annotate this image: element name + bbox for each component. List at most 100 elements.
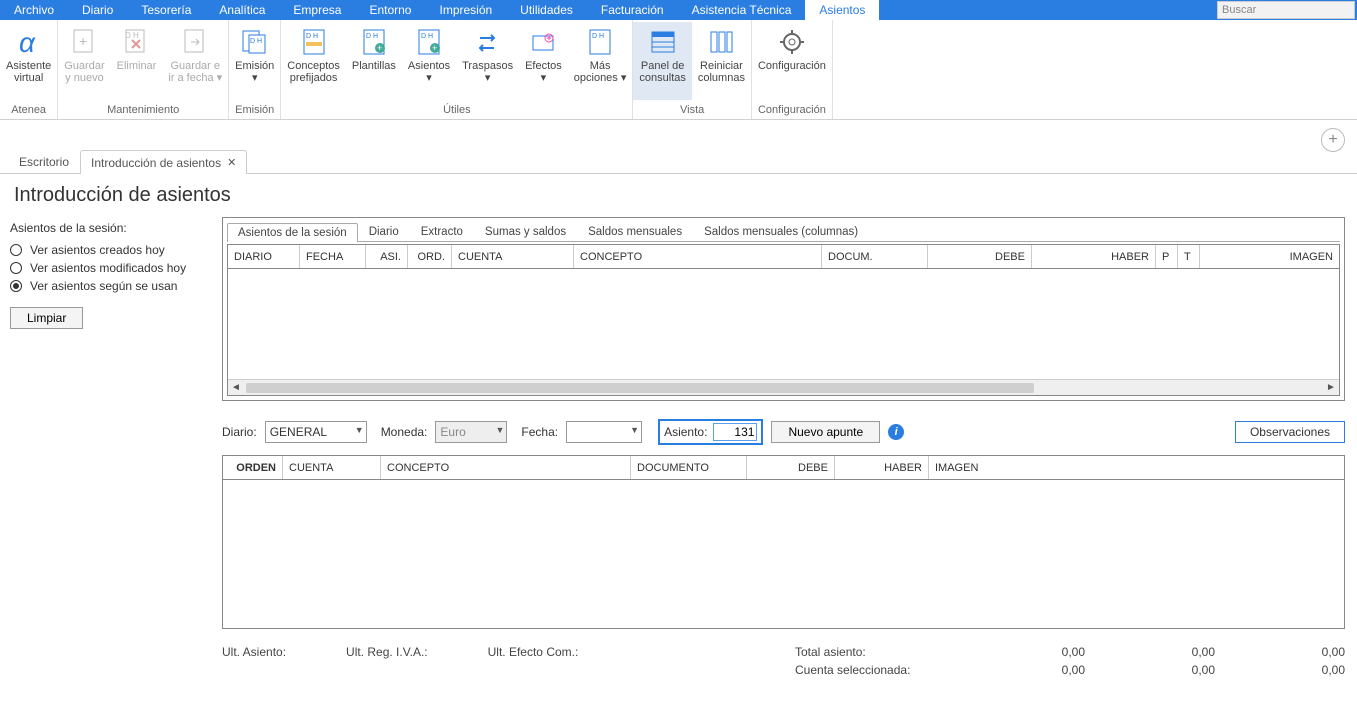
- eliminar-button[interactable]: D H Eliminar: [111, 22, 163, 100]
- plantillas-button[interactable]: D H+ Plantillas: [346, 22, 402, 100]
- traspasos-button[interactable]: Traspasos▾: [456, 22, 519, 100]
- ribbon: α Asistentevirtual Atenea + Guardary nue…: [0, 20, 1357, 120]
- cuenta-v3: 0,00: [1225, 663, 1345, 677]
- col-cuenta[interactable]: CUENTA: [452, 245, 574, 268]
- limpiar-button[interactable]: Limpiar: [10, 307, 83, 329]
- ribbon-group-emision: Emisión: [229, 101, 280, 119]
- subtab-saldos-cols[interactable]: Saldos mensuales (columnas): [693, 222, 869, 241]
- col-asi[interactable]: ASI.: [366, 245, 408, 268]
- grid-sesion: DIARIO FECHA ASI. ORD. CUENTA CONCEPTO D…: [227, 244, 1340, 396]
- fecha-label: Fecha:: [521, 425, 558, 439]
- panel-icon: [647, 26, 679, 58]
- main-area: Asientos de la sesión Diario Extracto Su…: [218, 213, 1357, 710]
- asistente-virtual-button[interactable]: α Asistentevirtual: [0, 22, 57, 100]
- radio-modificados-hoy[interactable]: Ver asientos modificados hoy: [10, 261, 208, 275]
- moneda-select[interactable]: Euro▼: [435, 421, 507, 443]
- col2-debe[interactable]: DEBE: [747, 456, 835, 479]
- menu-tesoreria[interactable]: Tesorería: [127, 0, 205, 20]
- total-v1: 0,00: [965, 645, 1085, 659]
- menu-facturacion[interactable]: Facturación: [587, 0, 678, 20]
- menu-diario[interactable]: Diario: [68, 0, 127, 20]
- col-debe[interactable]: DEBE: [928, 245, 1032, 268]
- close-icon[interactable]: ✕: [227, 156, 236, 169]
- mas-opciones-button[interactable]: D H Másopciones ▾: [568, 22, 633, 100]
- col-fecha[interactable]: FECHA: [300, 245, 366, 268]
- grid-apuntes: ORDEN CUENTA CONCEPTO DOCUMENTO DEBE HAB…: [222, 455, 1345, 629]
- guardar-ir-fecha-button[interactable]: Guardar eir a fecha ▾: [162, 22, 228, 100]
- subtabs: Asientos de la sesión Diario Extracto Su…: [227, 222, 1340, 242]
- entry-form: Diario: GENERAL▼ Moneda: Euro▼ Fecha: ▼ …: [222, 419, 1345, 445]
- info-icon[interactable]: i: [888, 424, 904, 440]
- subtab-saldos-mens[interactable]: Saldos mensuales: [577, 222, 693, 241]
- emision-button[interactable]: D H Emisión▾: [229, 22, 280, 100]
- menu-archivo[interactable]: Archivo: [0, 0, 68, 20]
- ribbon-group-mantenimiento: Mantenimiento: [58, 101, 228, 119]
- menu-empresa[interactable]: Empresa: [279, 0, 355, 20]
- observaciones-button[interactable]: Observaciones: [1235, 421, 1345, 443]
- col-docum[interactable]: DOCUM.: [822, 245, 928, 268]
- scroll-right-icon[interactable]: ►: [1323, 380, 1339, 396]
- radio-creados-hoy[interactable]: Ver asientos creados hoy: [10, 243, 208, 257]
- menu-utilidades[interactable]: Utilidades: [506, 0, 587, 20]
- reiniciar-columnas-button[interactable]: Reiniciarcolumnas: [692, 22, 751, 100]
- add-button[interactable]: +: [1321, 128, 1345, 152]
- col2-concepto[interactable]: CONCEPTO: [381, 456, 631, 479]
- col2-imagen[interactable]: IMAGEN: [929, 456, 1344, 479]
- menu-entorno[interactable]: Entorno: [355, 0, 425, 20]
- grid-body[interactable]: [228, 269, 1339, 379]
- chevron-down-icon: ▼: [495, 425, 504, 435]
- panel-consultas-button[interactable]: Panel deconsultas: [633, 22, 691, 100]
- col-t[interactable]: T: [1178, 245, 1200, 268]
- cuenta-v2: 0,00: [1095, 663, 1215, 677]
- col2-haber[interactable]: HABER: [835, 456, 929, 479]
- document-tabs: Escritorio Introducción de asientos✕: [0, 148, 1357, 174]
- search-input[interactable]: Buscar: [1217, 1, 1355, 19]
- subtab-sumas[interactable]: Sumas y saldos: [474, 222, 577, 241]
- svg-text:+: +: [79, 33, 87, 49]
- h-scrollbar[interactable]: ◄ ►: [228, 379, 1339, 395]
- col-ord[interactable]: ORD.: [408, 245, 452, 268]
- gear-icon: [776, 26, 808, 58]
- menu-asientos[interactable]: Asientos: [805, 0, 879, 20]
- svg-text:+: +: [432, 43, 437, 53]
- configuracion-button[interactable]: Configuración: [752, 22, 832, 100]
- scroll-left-icon[interactable]: ◄: [228, 380, 244, 396]
- col-p[interactable]: P: [1156, 245, 1178, 268]
- radio-segun-usan[interactable]: Ver asientos según se usan: [10, 279, 208, 293]
- diario-select[interactable]: GENERAL▼: [265, 421, 367, 443]
- efectos-button[interactable]: Efectos▾: [519, 22, 568, 100]
- footer: Ult. Asiento: Ult. Reg. I.V.A.: Ult. Efe…: [222, 645, 1345, 677]
- svg-text:D H: D H: [250, 38, 262, 45]
- asiento-label: Asiento:: [664, 425, 707, 439]
- ult-asiento-label: Ult. Asiento:: [222, 645, 286, 659]
- guardar-nuevo-button[interactable]: + Guardary nuevo: [58, 22, 110, 100]
- col-concepto[interactable]: CONCEPTO: [574, 245, 822, 268]
- col-diario[interactable]: DIARIO: [228, 245, 300, 268]
- grid2-body[interactable]: [223, 480, 1344, 628]
- sidebar-title: Asientos de la sesión:: [10, 221, 208, 235]
- col2-documento[interactable]: DOCUMENTO: [631, 456, 747, 479]
- radio-icon: [10, 244, 22, 256]
- nuevo-apunte-button[interactable]: Nuevo apunte: [771, 421, 880, 443]
- menu-impresion[interactable]: Impresión: [425, 0, 506, 20]
- menu-asistencia[interactable]: Asistencia Técnica: [678, 0, 806, 20]
- total-v2: 0,00: [1095, 645, 1215, 659]
- effects-icon: [527, 26, 559, 58]
- subtab-extracto[interactable]: Extracto: [410, 222, 474, 241]
- subtab-diario[interactable]: Diario: [358, 222, 410, 241]
- ult-reg-iva-label: Ult. Reg. I.V.A.:: [346, 645, 428, 659]
- moneda-label: Moneda:: [381, 425, 428, 439]
- fecha-select[interactable]: ▼: [566, 421, 642, 443]
- col-haber[interactable]: HABER: [1032, 245, 1156, 268]
- menu-analitica[interactable]: Analítica: [205, 0, 279, 20]
- columns-icon: [705, 26, 737, 58]
- tab-escritorio[interactable]: Escritorio: [8, 149, 80, 173]
- asientos-dropdown-button[interactable]: D H+ Asientos▾: [402, 22, 456, 100]
- conceptos-prefijados-button[interactable]: D H Conceptosprefijados: [281, 22, 346, 100]
- asiento-input[interactable]: [713, 423, 757, 441]
- col2-cuenta[interactable]: CUENTA: [283, 456, 381, 479]
- subtab-sesion[interactable]: Asientos de la sesión: [227, 223, 358, 242]
- col-imagen[interactable]: IMAGEN: [1200, 245, 1339, 268]
- col2-orden[interactable]: ORDEN: [223, 456, 283, 479]
- tab-introduccion-asientos[interactable]: Introducción de asientos✕: [80, 150, 247, 174]
